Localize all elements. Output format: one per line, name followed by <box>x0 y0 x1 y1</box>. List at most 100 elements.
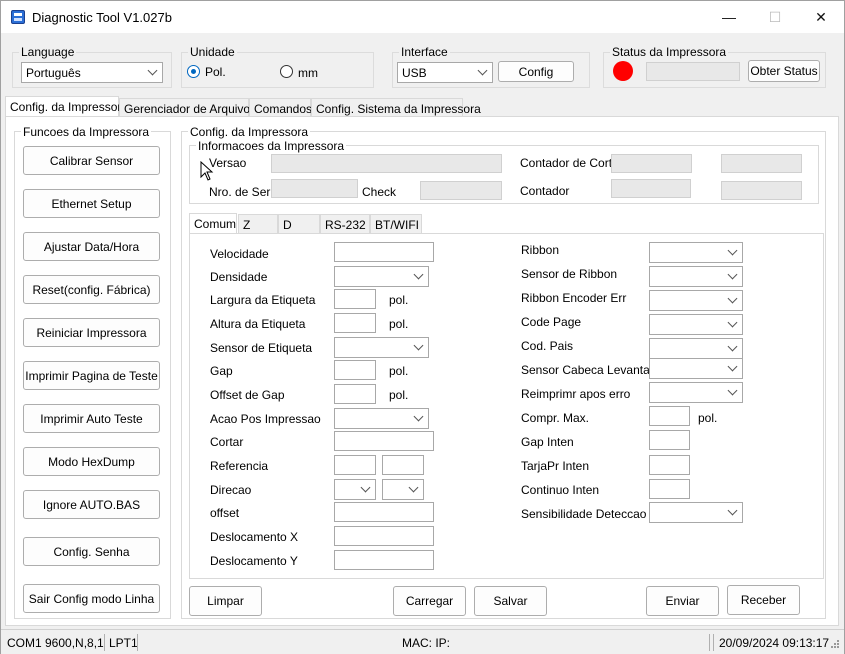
mac-ip-status: MAC: IP: <box>402 636 451 650</box>
language-select[interactable]: Português <box>21 62 163 83</box>
sensor-cabeca-select[interactable] <box>649 358 743 379</box>
info-label: Informacoes da Impressora <box>196 139 347 153</box>
chevron-down-icon <box>727 293 738 304</box>
imprimir-auto-teste-button[interactable]: Imprimir Auto Teste <box>23 404 160 433</box>
unidade-label: Unidade <box>188 45 237 59</box>
ribbon-encoder-label: Ribbon Encoder Err <box>521 291 627 305</box>
deslocamento-y-input[interactable] <box>334 550 434 570</box>
tab-config-impressora[interactable]: Config. da Impressora <box>5 96 128 118</box>
chevron-down-icon <box>727 505 738 516</box>
chevron-down-icon <box>727 341 738 352</box>
altura-input[interactable] <box>334 313 376 333</box>
calibrar-sensor-button[interactable]: Calibrar Sensor <box>23 146 160 175</box>
reset-config-fabrica-button[interactable]: Reset(config. Fábrica) <box>23 275 160 304</box>
code-page-select[interactable] <box>649 314 743 335</box>
contador-field-2 <box>721 181 802 200</box>
sensibilidade-select[interactable] <box>649 502 743 523</box>
densidade-label: Densidade <box>210 270 268 284</box>
direcao-select-1[interactable] <box>334 479 376 500</box>
chevron-down-icon <box>727 245 738 256</box>
salvar-button[interactable]: Salvar <box>474 586 547 616</box>
tarjapr-inten-label: TarjaPr Inten <box>521 459 590 473</box>
compr-max-input[interactable] <box>649 406 690 426</box>
tab-bt-wifi[interactable]: BT/WIFI <box>370 214 422 234</box>
mouse-cursor-icon <box>200 161 214 181</box>
main-tabs: Config. da Impressora Gerenciador de Arq… <box>5 96 841 118</box>
close-button[interactable]: ✕ <box>798 1 844 33</box>
largura-unit: pol. <box>389 293 409 307</box>
maximize-button[interactable]: ☐ <box>752 1 798 33</box>
interface-select[interactable]: USB <box>397 62 493 83</box>
ethernet-setup-button[interactable]: Ethernet Setup <box>23 189 160 218</box>
tab-gerenciador-arquivos[interactable]: Gerenciador de Arquivos <box>119 98 256 118</box>
gap-label: Gap <box>210 364 233 378</box>
tab-comum[interactable]: Comum <box>189 213 237 235</box>
velocidade-input[interactable] <box>334 242 434 262</box>
cod-pais-select[interactable] <box>649 338 743 359</box>
modo-hexdump-button[interactable]: Modo HexDump <box>23 447 160 476</box>
ignore-autobas-button[interactable]: Ignore AUTO.BAS <box>23 490 160 519</box>
obter-status-button[interactable]: Obter Status <box>748 60 820 82</box>
tab-config-sistema[interactable]: Config. Sistema da Impressora <box>311 98 481 118</box>
tab-d[interactable]: D <box>278 214 320 234</box>
reiniciar-impressora-button[interactable]: Reiniciar Impressora <box>23 318 160 347</box>
sair-config-linha-button[interactable]: Sair Config modo Linha <box>23 584 160 613</box>
ribbon-encoder-select[interactable] <box>649 290 743 311</box>
interface-label: Interface <box>399 45 450 59</box>
offset-gap-unit: pol. <box>389 388 409 402</box>
altura-label: Altura da Etiqueta <box>210 317 306 331</box>
referencia-y-input[interactable] <box>382 455 424 475</box>
sensor-ribbon-select[interactable] <box>649 266 743 287</box>
window-title: Diagnostic Tool V1.027b <box>32 10 172 25</box>
compr-max-label: Compr. Max. <box>521 411 590 425</box>
contador-cortes-field <box>611 154 692 173</box>
reimprimir-select[interactable] <box>649 382 743 403</box>
config-senha-button[interactable]: Config. Senha <box>23 537 160 566</box>
offset-gap-input[interactable] <box>334 384 376 404</box>
chevron-down-icon <box>477 65 488 76</box>
gap-inten-input[interactable] <box>649 430 690 450</box>
interface-value: USB <box>402 66 427 80</box>
referencia-x-input[interactable] <box>334 455 376 475</box>
unit-mm-radio[interactable] <box>280 65 293 78</box>
densidade-select[interactable] <box>334 266 429 287</box>
tab-comandos[interactable]: Comandos <box>249 98 312 118</box>
status-indicator-icon <box>613 61 633 81</box>
unit-pol-radio[interactable] <box>187 65 200 78</box>
offset-gap-label: Offset de Gap <box>210 388 285 402</box>
largura-input[interactable] <box>334 289 376 309</box>
cortar-input[interactable] <box>334 431 434 451</box>
direcao-select-2[interactable] <box>382 479 424 500</box>
contador-field <box>611 179 691 198</box>
gap-input[interactable] <box>334 360 376 380</box>
contador-label: Contador <box>520 184 570 198</box>
chevron-down-icon <box>360 482 371 493</box>
ajustar-data-hora-button[interactable]: Ajustar Data/Hora <box>23 232 160 261</box>
minimize-button[interactable]: — <box>706 1 752 33</box>
check-field <box>420 181 502 200</box>
chevron-down-icon <box>727 269 738 280</box>
resize-grip-icon[interactable] <box>828 639 840 651</box>
acao-pos-impressao-select[interactable] <box>334 408 429 429</box>
tab-z[interactable]: Z <box>238 214 278 234</box>
ribbon-select[interactable] <box>649 242 743 263</box>
enviar-button[interactable]: Enviar <box>646 586 719 616</box>
offset-input[interactable] <box>334 502 434 522</box>
statusbar-divider <box>713 634 714 651</box>
config-interface-button[interactable]: Config <box>498 61 574 82</box>
imprimir-pagina-teste-button[interactable]: Imprimir Pagina de Teste <box>23 361 160 390</box>
tab-rs232[interactable]: RS-232 <box>320 214 370 234</box>
continuo-inten-input[interactable] <box>649 479 690 499</box>
statusbar-divider <box>709 634 710 651</box>
sensor-etiqueta-select[interactable] <box>334 337 429 358</box>
deslocamento-x-input[interactable] <box>334 526 434 546</box>
offset-label: offset <box>210 506 240 520</box>
receber-button[interactable]: Receber <box>727 585 800 615</box>
lpt-status: LPT1 <box>109 636 138 650</box>
velocidade-label: Velocidade <box>210 247 269 261</box>
carregar-button[interactable]: Carregar <box>393 586 466 616</box>
language-value: Português <box>26 66 81 80</box>
cortar-label: Cortar <box>210 435 244 449</box>
tarjapr-inten-input[interactable] <box>649 455 690 475</box>
limpar-button[interactable]: Limpar <box>189 586 262 616</box>
